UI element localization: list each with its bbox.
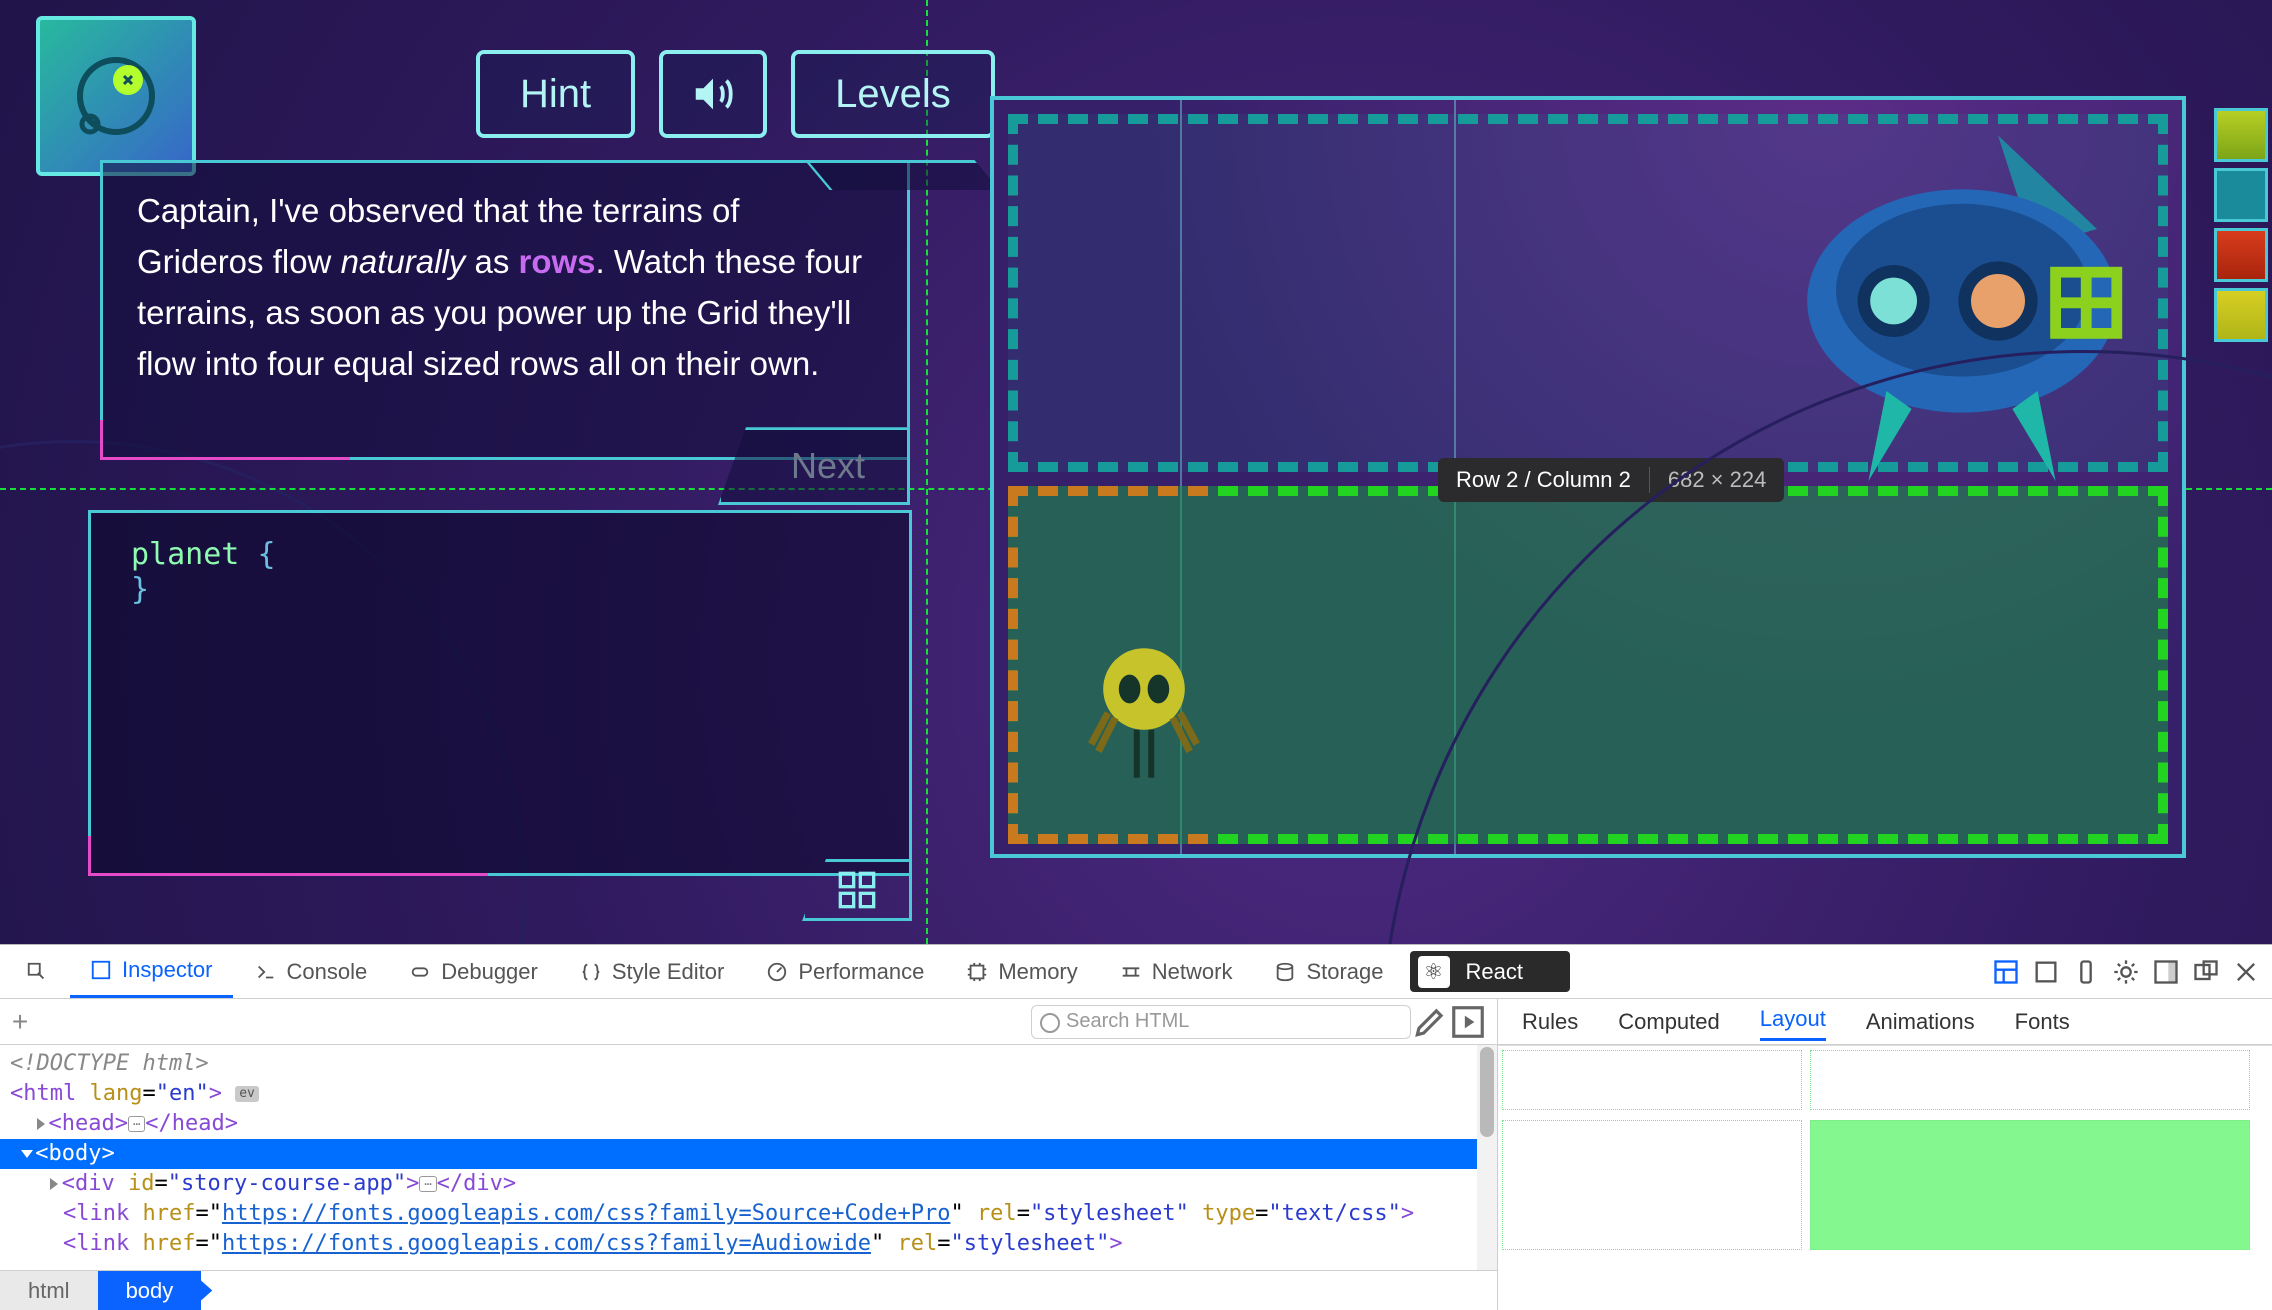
dom-tree[interactable]: <!DOCTYPE html> <html lang="en"> ev <hea… (0, 1045, 1497, 1270)
settings-button[interactable] (2112, 958, 2140, 986)
tab-storage[interactable]: Storage (1254, 945, 1403, 998)
play-panel-icon (1449, 1003, 1487, 1041)
inspector-icon (90, 959, 112, 981)
levels-button[interactable]: Levels (791, 50, 995, 138)
grid-playfield: Row 2 / Column 2 682 × 224 (990, 96, 2186, 858)
side-tabs: Rules Computed Layout Animations Fonts (1498, 999, 2272, 1045)
grid-cell-hud: Row 2 / Column 2 682 × 224 (1438, 458, 1784, 502)
devtools-side-pane: Rules Computed Layout Animations Fonts (1498, 999, 2272, 1310)
devtools-body: + Search HTML <!DOCTYPE html> <html lang… (0, 999, 2272, 1310)
layout-grid-diagram (1498, 1045, 2272, 1310)
subtab-rules[interactable]: Rules (1522, 1009, 1578, 1035)
crumb-body[interactable]: body (98, 1271, 202, 1310)
grid-toggle-button[interactable] (802, 859, 912, 921)
tab-style-editor[interactable]: Style Editor (560, 945, 745, 998)
devtools-markup-pane: + Search HTML <!DOCTYPE html> <html lang… (0, 999, 1498, 1310)
swatch-ocean[interactable] (2214, 168, 2268, 222)
subtab-layout[interactable]: Layout (1760, 1006, 1826, 1041)
hud-dimensions: 682 × 224 (1649, 467, 1784, 493)
debugger-icon (409, 961, 431, 983)
narrator-avatar (36, 16, 196, 176)
swatch-lava[interactable] (2214, 228, 2268, 282)
devtools-panel: Inspector Console Debugger Style Editor … (0, 944, 2272, 1310)
pick-element-button[interactable] (6, 945, 68, 998)
alien-icon (1084, 640, 1204, 810)
network-icon (1120, 961, 1142, 983)
dock-right-button[interactable] (2152, 958, 2180, 986)
memory-icon (966, 961, 988, 983)
devtools-tool-icons (1992, 945, 2272, 998)
grid-icon (837, 870, 877, 910)
devtools-search-row: + Search HTML (0, 999, 1497, 1045)
bot-icon (66, 46, 166, 146)
panel-notch (804, 160, 999, 190)
mobile-button[interactable] (2072, 958, 2100, 986)
edit-html-button[interactable] (1411, 1003, 1449, 1041)
tab-network[interactable]: Network (1100, 945, 1253, 998)
devtools-tabs: Inspector Console Debugger Style Editor … (0, 945, 2272, 999)
responsive-button[interactable] (2032, 958, 2060, 986)
top-buttons: Hint Levels (476, 50, 995, 138)
tab-performance[interactable]: Performance (746, 945, 944, 998)
code-editor[interactable]: planet { } (88, 510, 912, 876)
hint-button[interactable]: Hint (476, 50, 635, 138)
tab-react[interactable]: ⚛React (1410, 951, 1570, 992)
close-icon (2232, 958, 2260, 986)
search-html-input[interactable]: Search HTML (1031, 1005, 1411, 1039)
next-button[interactable]: Next (718, 427, 910, 505)
subtab-animations[interactable]: Animations (1866, 1009, 1975, 1035)
tab-memory[interactable]: Memory (946, 945, 1097, 998)
devtools-grid-guide (926, 0, 928, 944)
new-node-button[interactable]: + (0, 1006, 40, 1038)
subtab-fonts[interactable]: Fonts (2015, 1009, 2070, 1035)
swatch-sand[interactable] (2214, 288, 2268, 342)
react-icon: ⚛ (1418, 956, 1450, 988)
terrain-swatches (2214, 108, 2268, 342)
panel-accent (100, 420, 350, 460)
sound-button[interactable] (659, 50, 767, 138)
layout-view-button[interactable] (1992, 958, 2020, 986)
tab-console[interactable]: Console (235, 945, 388, 998)
breadcrumb: html body (0, 1270, 1497, 1310)
tree-scrollbar[interactable] (1477, 1045, 1497, 1270)
gauge-icon (766, 961, 788, 983)
gear-icon (2112, 958, 2140, 986)
tab-inspector[interactable]: Inspector (70, 945, 233, 998)
panel-accent (88, 836, 488, 876)
eyedropper-button[interactable] (1449, 1003, 1487, 1041)
subtab-computed[interactable]: Computed (1618, 1009, 1720, 1035)
speaker-icon (690, 71, 736, 117)
dock-separate-button[interactable] (2192, 958, 2220, 986)
crumb-html[interactable]: html (0, 1271, 98, 1310)
hud-cell: Row 2 / Column 2 (1438, 467, 1649, 493)
dialog-text: Captain, I've observed that the terrains… (137, 192, 862, 382)
tab-debugger[interactable]: Debugger (389, 945, 558, 998)
cursor-icon (26, 961, 48, 983)
swatch-grass[interactable] (2214, 108, 2268, 162)
spaceship-icon (1782, 120, 2142, 500)
storage-icon (1274, 961, 1296, 983)
braces-icon (580, 961, 602, 983)
pencil-icon (1411, 1003, 1449, 1041)
close-devtools-button[interactable] (2232, 958, 2260, 986)
game-viewport: Hint Levels Captain, I've observed that … (0, 0, 2272, 944)
dialog-panel: Captain, I've observed that the terrains… (100, 160, 910, 460)
console-icon (255, 961, 277, 983)
